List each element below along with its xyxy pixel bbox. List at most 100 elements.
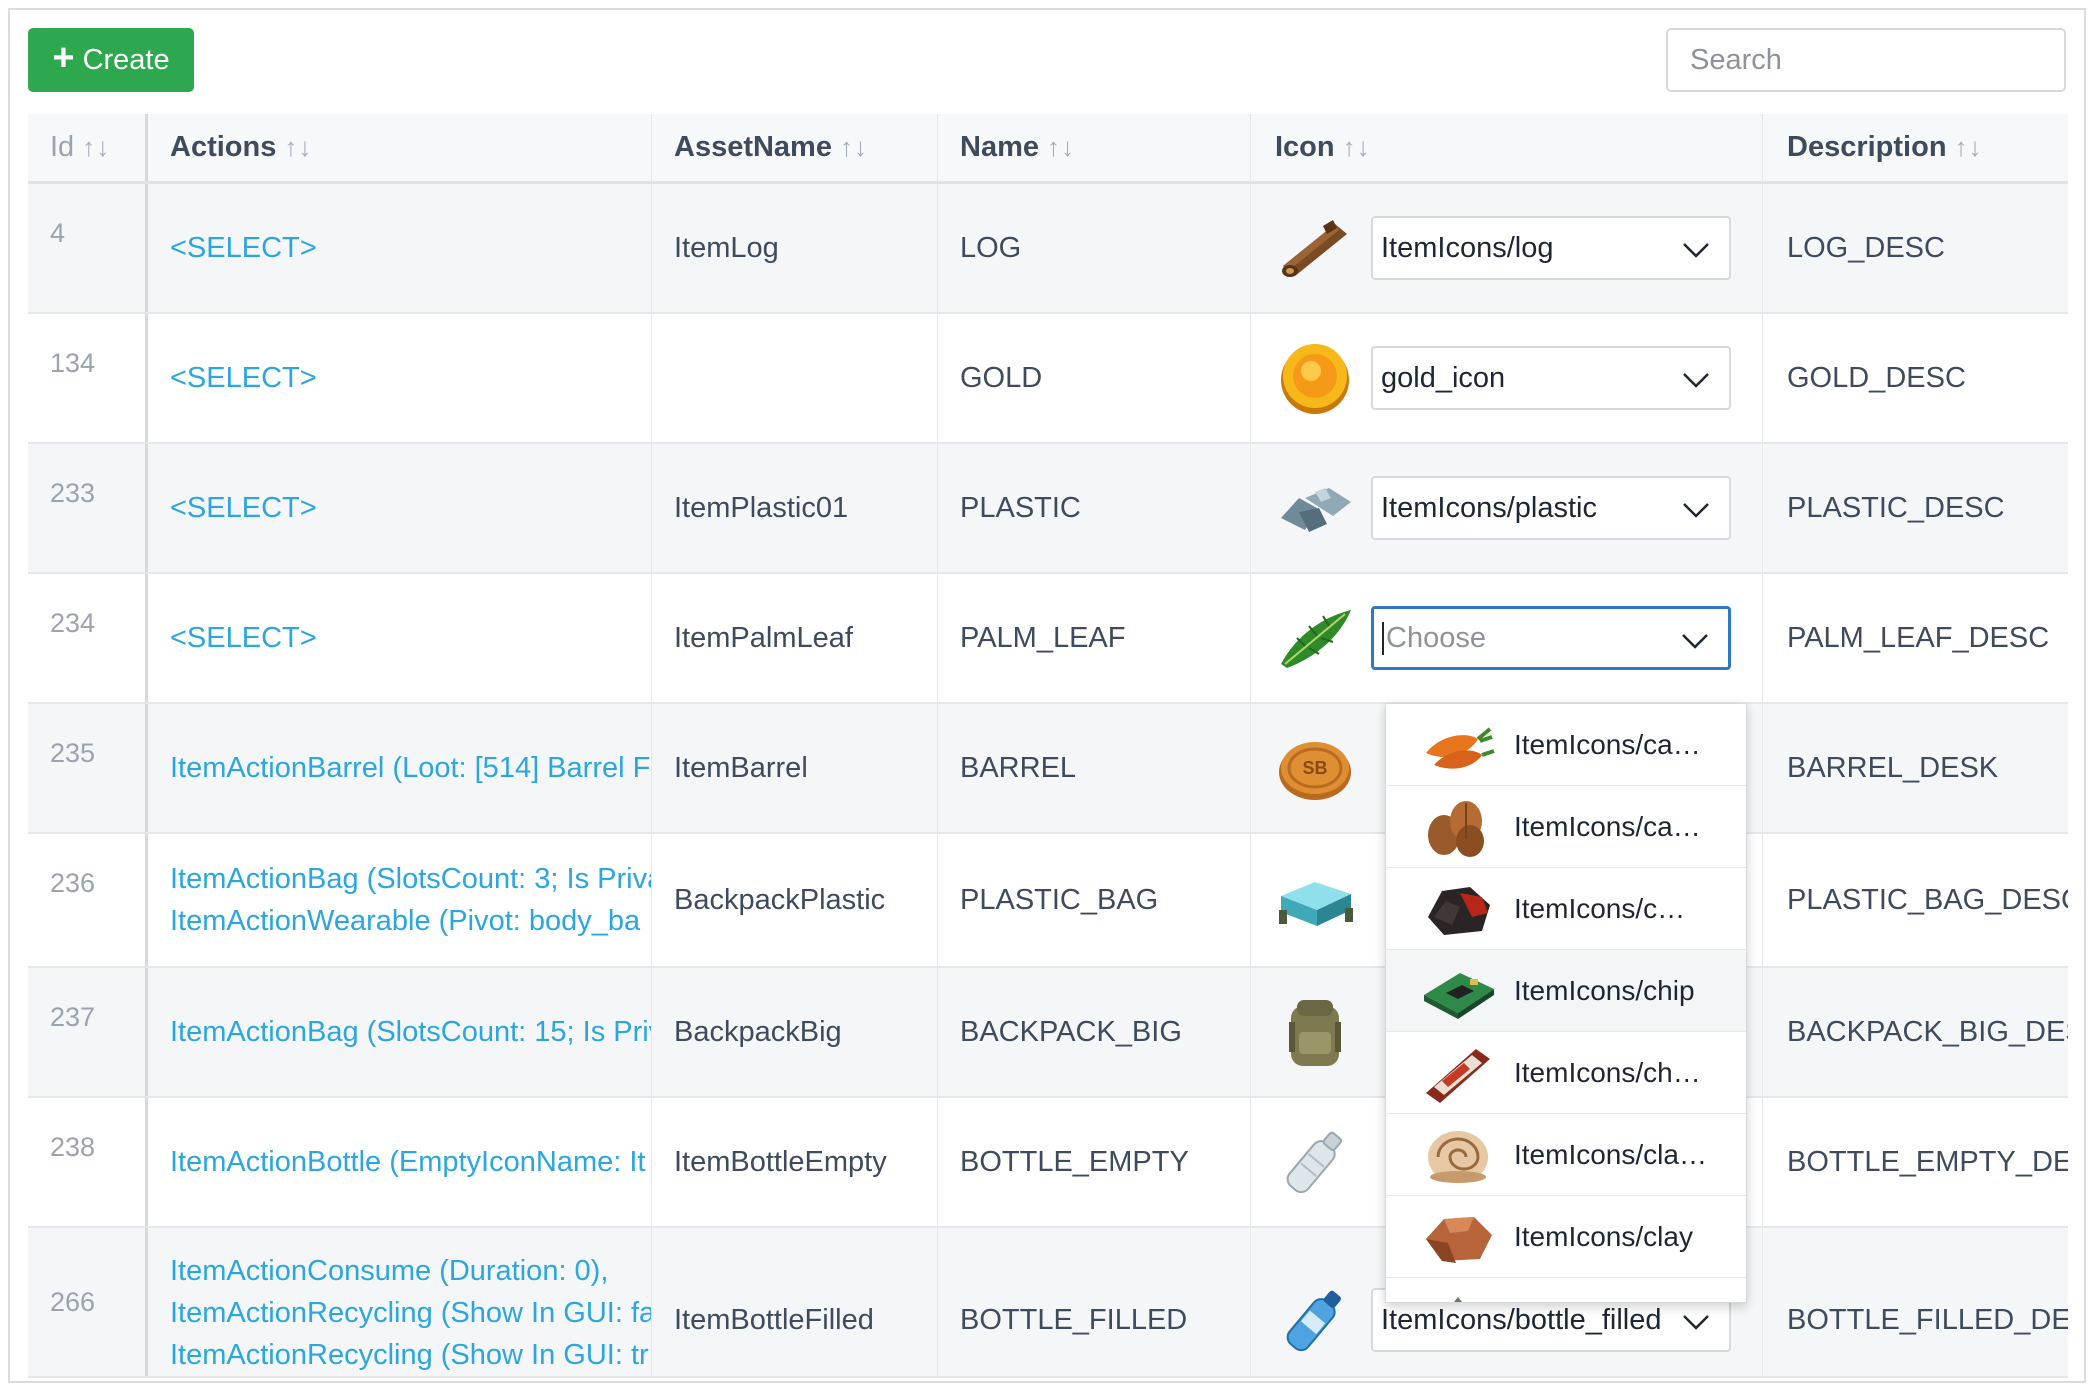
table-row: 4 <SELECT> ItemLog LOG ItemIcons/log LOG… — [28, 184, 2068, 314]
row-description: PLASTIC_BAG_DESC — [1787, 883, 2068, 916]
row-id: 234 — [28, 574, 148, 702]
table-row: 266 ItemActionConsume (Duration: 0), Ite… — [28, 1228, 2068, 1378]
row-actions-link[interactable]: <SELECT> — [148, 314, 652, 442]
row-assetname: ItemBottleEmpty — [652, 1098, 938, 1226]
clay-icon — [1426, 1216, 1492, 1263]
chevron-down-icon — [1683, 503, 1709, 518]
row-icon-cell: gold_icon — [1251, 314, 1763, 442]
row-description: BACKPACK_BIG_DESC — [1787, 1015, 2068, 1048]
row-id: 236 — [28, 834, 148, 966]
row-assetname: ItemBottleFilled — [652, 1228, 938, 1376]
column-header-icon[interactable]: Icon ↑↓ — [1251, 114, 1763, 181]
row-actions-link[interactable]: <SELECT> — [148, 444, 652, 572]
sort-icon[interactable]: ↑↓ — [1955, 132, 1983, 163]
svg-text:SB: SB — [1302, 758, 1327, 778]
row-name: PALM_LEAF — [938, 574, 1251, 702]
column-header-assetname[interactable]: AssetName ↑↓ — [652, 114, 938, 181]
log-icon — [1282, 220, 1347, 277]
row-actions-link[interactable]: ItemActionBag (SlotsCount: 3; Is Priva I… — [148, 834, 652, 966]
row-description: LOG_DESC — [1787, 231, 1945, 264]
table-row: 237 ItemActionBag (SlotsCount: 15; Is Pr… — [28, 968, 2068, 1098]
row-icon-cell: Choose — [1251, 574, 1763, 702]
row-description: PLASTIC_DESC — [1787, 491, 2005, 524]
carrot-icon — [1426, 726, 1495, 769]
clam-shell-icon — [1428, 1130, 1488, 1183]
dropdown-option[interactable]: ItemIcons/ca… — [1386, 786, 1746, 868]
column-header-name[interactable]: Name ↑↓ — [938, 114, 1251, 181]
backpack-icon — [1289, 1000, 1341, 1066]
dropdown-option[interactable]: ItemIcons/c… — [1386, 868, 1746, 950]
row-name: BOTTLE_EMPTY — [938, 1098, 1251, 1226]
create-button-label: Create — [82, 43, 170, 76]
row-description: PALM_LEAF_DESC — [1787, 621, 2050, 654]
row-assetname: BackpackBig — [652, 968, 938, 1096]
sort-icon[interactable]: ↑↓ — [1343, 132, 1371, 163]
row-actions-link[interactable]: <SELECT> — [148, 574, 652, 702]
icon-select[interactable]: ItemIcons/plastic — [1371, 476, 1731, 540]
row-actions-link[interactable]: ItemActionBag (SlotsCount: 15; Is Priv — [148, 968, 652, 1096]
table-row: 134 <SELECT> GOLD gold_icon GOLD_DESC — [28, 314, 2068, 444]
dropdown-option-partial[interactable] — [1386, 1278, 1746, 1302]
row-id: 238 — [28, 1098, 148, 1226]
table-row: 234 <SELECT> ItemPalmLeaf PALM_LEAF Choo… — [28, 574, 2068, 704]
row-assetname: BackpackPlastic — [652, 834, 938, 966]
table-header: Id ↑↓ Actions ↑↓ AssetName ↑↓ Name ↑↓ Icon ↑↓… — [28, 114, 2068, 184]
row-actions-link[interactable]: <SELECT> — [148, 184, 652, 312]
row-description: GOLD_DESC — [1787, 361, 1966, 394]
plus-icon: + — [52, 37, 75, 79]
barrel-coin-icon: SB — [1279, 742, 1351, 800]
row-actions-link[interactable]: ItemActionBarrel (Loot: [514] Barrel Fl — [148, 704, 652, 832]
icon-select-dropdown[interactable]: ItemIcons/ca… ItemIcons/ca… ItemIcons/c… — [1385, 703, 1747, 1303]
gold-coin-icon — [1281, 344, 1349, 414]
chevron-down-icon — [1683, 373, 1709, 388]
row-icon-cell: ItemIcons/plastic — [1251, 444, 1763, 572]
sort-icon[interactable]: ↑↓ — [82, 132, 110, 163]
table-row: 236 ItemActionBag (SlotsCount: 3; Is Pri… — [28, 834, 2068, 968]
row-id: 266 — [28, 1228, 148, 1376]
table-row: 233 <SELECT> ItemPlastic01 PLASTIC ItemI… — [28, 444, 2068, 574]
row-name: BOTTLE_FILLED — [938, 1228, 1251, 1376]
row-id: 235 — [28, 704, 148, 832]
column-header-description[interactable]: Description ↑↓ — [1763, 114, 2068, 181]
row-assetname: ItemBarrel — [652, 704, 938, 832]
row-name: BARREL — [938, 704, 1251, 832]
palm-leaf-icon — [1281, 610, 1351, 668]
sort-icon[interactable]: ↑↓ — [840, 132, 868, 163]
sort-icon[interactable]: ↑↓ — [284, 132, 312, 163]
column-header-id[interactable]: Id ↑↓ — [28, 114, 148, 181]
dropdown-option[interactable]: ItemIcons/cla… — [1386, 1114, 1746, 1196]
plastic-icon — [1281, 488, 1351, 532]
chevron-down-icon — [1683, 243, 1709, 258]
row-actions-link[interactable]: ItemActionBottle (EmptyIconName: It — [148, 1098, 652, 1226]
sort-icon[interactable]: ↑↓ — [1047, 132, 1075, 163]
row-id: 237 — [28, 968, 148, 1096]
column-header-actions[interactable]: Actions ↑↓ — [148, 114, 652, 181]
chocolate-bar-icon — [1426, 1048, 1490, 1103]
row-name: LOG — [938, 184, 1251, 312]
row-assetname: ItemPalmLeaf — [652, 574, 938, 702]
dropdown-option[interactable]: ItemIcons/ch… — [1386, 1032, 1746, 1114]
row-name: BACKPACK_BIG — [938, 968, 1251, 1096]
row-description: BOTTLE_FILLED_DESC — [1787, 1303, 2068, 1336]
table-row: 238 ItemActionBottle (EmptyIconName: It … — [28, 1098, 2068, 1228]
search-input[interactable] — [1666, 28, 2066, 92]
dropdown-option[interactable]: ItemIcons/chip — [1386, 950, 1746, 1032]
row-name: GOLD — [938, 314, 1251, 442]
icon-select[interactable]: gold_icon — [1371, 346, 1731, 410]
row-name: PLASTIC — [938, 444, 1251, 572]
row-actions-link[interactable]: ItemActionConsume (Duration: 0), ItemAct… — [148, 1228, 652, 1376]
dropdown-option[interactable]: ItemIcons/clay — [1386, 1196, 1746, 1278]
row-id: 233 — [28, 444, 148, 572]
chevron-down-icon — [1682, 634, 1708, 649]
filled-bottle-icon — [1286, 1290, 1341, 1352]
empty-bottle-icon — [1286, 1131, 1342, 1194]
row-icon-cell: ItemIcons/log — [1251, 184, 1763, 312]
chip-icon — [1424, 972, 1494, 1019]
row-id: 134 — [28, 314, 148, 442]
row-id: 4 — [28, 184, 148, 312]
icon-select[interactable]: Choose — [1371, 606, 1731, 670]
icon-select[interactable]: ItemIcons/log — [1371, 216, 1731, 280]
create-button[interactable]: + Create — [28, 28, 194, 92]
partial-item-icon — [1453, 1296, 1463, 1302]
dropdown-option[interactable]: ItemIcons/ca… — [1386, 704, 1746, 786]
